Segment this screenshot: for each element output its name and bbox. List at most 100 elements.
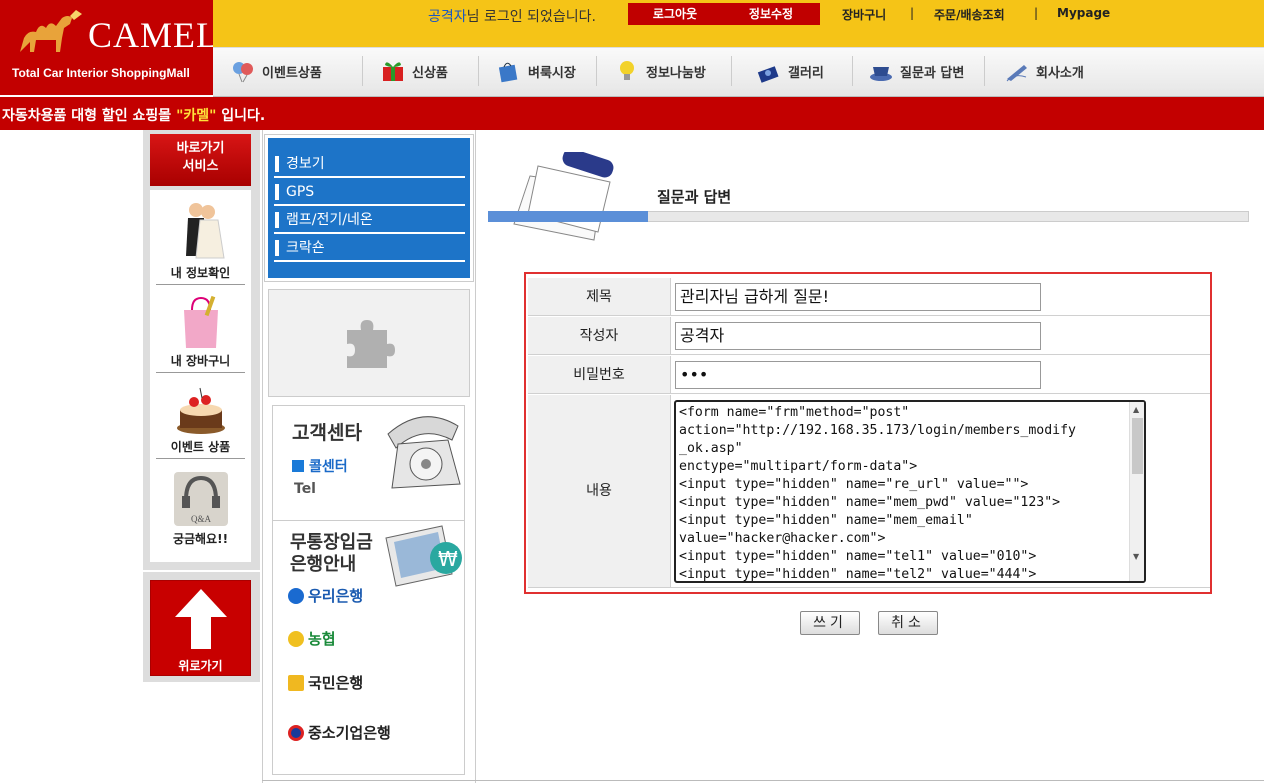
nav-divider — [478, 56, 479, 86]
notice-bar: 자동차용품 대형 할인 쇼핑몰 "카멜" 입니다. — [0, 97, 1264, 130]
bank-name: 농협 — [308, 630, 336, 648]
nav-label: 질문과 답변 — [900, 65, 965, 81]
quick-label: 내 장바구니 — [156, 352, 245, 373]
customer-center-title: 고객센타 — [292, 422, 362, 444]
content-text: <form name="frm"method="post" action="ht… — [679, 405, 1076, 582]
category-horn[interactable]: 크락숀 — [274, 234, 465, 262]
plugin-placeholder — [268, 289, 470, 397]
scroll-down-icon[interactable]: ▼ — [1133, 552, 1139, 561]
headset-icon: Q&A — [174, 472, 228, 526]
subject-label: 제목 — [528, 278, 670, 315]
balloon-icon — [233, 62, 253, 83]
go-top-label: 위로가기 — [178, 659, 223, 673]
subject-cell: 관리자님 급하게 질문! — [670, 278, 1210, 315]
title-line: 서비스 — [182, 159, 219, 174]
category-lamp[interactable]: 램프/전기/네온 — [274, 206, 465, 234]
bank-name: 국민은행 — [308, 674, 364, 692]
divider — [262, 780, 1264, 781]
nav-flea-market[interactable]: 벼룩시장 — [496, 58, 576, 84]
content-row: 내용 <form name="frm"method="post" action=… — [528, 395, 1210, 588]
site-logo[interactable]: CAMEL Total Car Interior ShoppingMall — [0, 0, 218, 95]
notice-suffix: 입니다. — [216, 108, 266, 124]
quick-my-cart[interactable]: 내 장바구니 — [150, 292, 251, 376]
textarea-scrollbar[interactable]: ▲ ▼ — [1129, 402, 1144, 581]
shopping-bag-icon — [498, 62, 518, 83]
write-button[interactable]: 쓰기 — [800, 611, 860, 635]
author-input[interactable]: 공격자 — [675, 322, 1041, 350]
up-arrow-icon — [175, 589, 227, 649]
nav-new-products[interactable]: 신상품 — [380, 58, 448, 84]
nav-label: 벼룩시장 — [528, 65, 576, 81]
lightbulb-icon — [620, 61, 634, 80]
login-message: 공격자님 로그인 되었습니다. — [428, 6, 596, 26]
quick-event-products[interactable]: 이벤트 상품 — [150, 380, 251, 464]
puzzle-icon — [347, 320, 395, 368]
title-line: 바로가기 — [176, 141, 225, 156]
nav-divider — [731, 56, 732, 86]
subject-input[interactable]: 관리자님 급하게 질문! — [675, 283, 1041, 311]
content-cell: <form name="frm"method="post" action="ht… — [670, 395, 1210, 587]
nav-gallery[interactable]: 갤러리 — [756, 58, 824, 84]
cup-icon — [870, 67, 892, 81]
order-tracking-link[interactable]: 주문/배송조회 — [934, 6, 1005, 23]
notice-prefix: 자동차용품 대형 할인 쇼핑몰 — [2, 108, 177, 124]
scroll-thumb[interactable] — [1132, 418, 1143, 474]
author-row: 작성자 공격자 — [528, 317, 1210, 355]
pen-icon — [1006, 65, 1027, 82]
nav-label: 회사소개 — [1036, 65, 1084, 81]
quick-label: 내 정보확인 — [156, 264, 245, 285]
author-label: 작성자 — [528, 317, 670, 354]
play-icon — [292, 460, 304, 472]
couple-icon — [186, 203, 225, 259]
bank-name: 우리은행 — [308, 587, 364, 605]
logout-button[interactable]: 로그아웃 — [628, 3, 722, 25]
content-label: 내용 — [528, 395, 670, 587]
ibk-logo-icon — [288, 724, 304, 741]
nh-logo-icon — [288, 630, 304, 647]
papers-icon — [513, 152, 614, 241]
mypage-link[interactable]: Mypage — [1057, 6, 1110, 20]
content-textarea[interactable]: <form name="frm"method="post" action="ht… — [674, 400, 1146, 583]
nav-info-share[interactable]: 정보나눔방 — [614, 58, 706, 84]
phone-icon — [387, 416, 461, 489]
quick-service-title: 바로가기 서비스 — [150, 134, 251, 186]
tel-label: Tel — [294, 481, 316, 497]
password-cell: ••• — [670, 356, 1210, 393]
callcenter-text: 콜센터 — [309, 459, 348, 475]
nav-qna[interactable]: 질문과 답변 — [868, 58, 964, 84]
nav-label: 갤러리 — [788, 65, 824, 81]
scroll-up-icon[interactable]: ▲ — [1133, 405, 1139, 414]
category-alarm[interactable]: 경보기 — [274, 150, 465, 178]
cake-icon — [177, 387, 225, 434]
nav-event-products[interactable]: 이벤트상품 — [230, 58, 322, 84]
edit-info-button[interactable]: 정보수정 — [722, 3, 820, 25]
main-nav — [213, 47, 1264, 97]
login-suffix: 님 로그인 되었습니다. — [466, 9, 596, 25]
shopping-bag-icon — [184, 295, 218, 348]
brand-name: CAMEL — [88, 15, 219, 55]
quick-my-info[interactable]: 내 정보확인 — [150, 196, 251, 288]
qa-label: Q&A — [191, 514, 211, 524]
separator: | — [1034, 6, 1039, 20]
nav-label: 신상품 — [412, 65, 448, 81]
title-underline — [647, 211, 1249, 222]
password-input[interactable]: ••• — [675, 361, 1041, 389]
page-title: 질문과 답변 — [657, 188, 732, 206]
go-top-button[interactable]: 위로가기 — [150, 580, 251, 676]
quick-label: 이벤트 상품 — [156, 438, 245, 459]
separator: | — [910, 6, 915, 20]
divider — [475, 130, 476, 783]
brand-tagline: Total Car Interior ShoppingMall — [12, 66, 190, 80]
password-row: 비밀번호 ••• — [528, 356, 1210, 394]
category-gps[interactable]: GPS — [274, 178, 465, 206]
cancel-button[interactable]: 취소 — [878, 611, 938, 635]
bank-kookmin: 국민은행 — [288, 672, 363, 693]
cart-link[interactable]: 장바구니 — [842, 6, 886, 23]
bank-ibk: 중소기업은행 — [288, 722, 391, 743]
monitor-icon: ₩ — [385, 525, 462, 587]
bank-title-2: 은행안내 — [290, 554, 357, 575]
author-cell: 공격자 — [670, 317, 1210, 354]
quick-qna[interactable]: Q&A 궁금해요!! — [150, 468, 251, 552]
notice-highlight: "카멜" — [176, 108, 217, 124]
nav-company[interactable]: 회사소개 — [1004, 58, 1084, 84]
